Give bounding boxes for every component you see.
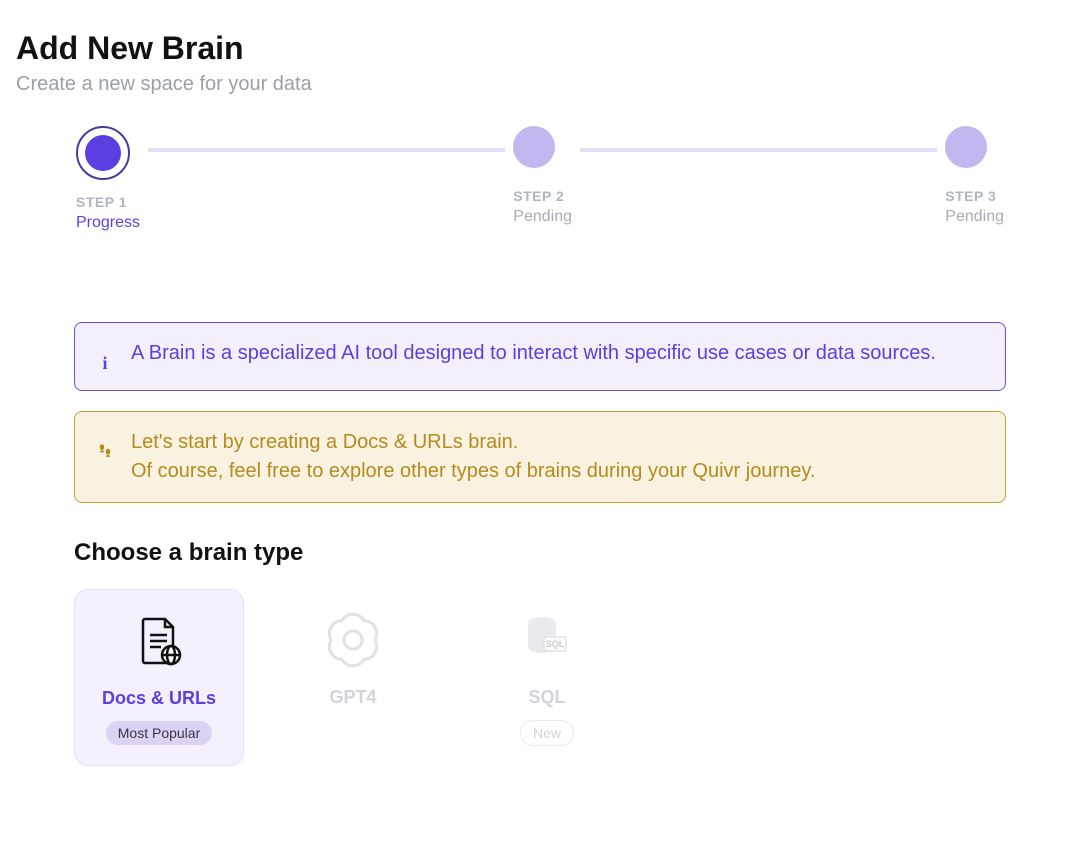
step-circle-pending xyxy=(945,126,987,168)
brain-type-sql[interactable]: SQL SQL New xyxy=(462,589,632,766)
step-3-label: STEP 3 xyxy=(945,188,996,204)
database-sql-icon: SQL xyxy=(516,609,578,671)
stepper: STEP 1 Progress STEP 2 Pending STEP 3 Pe… xyxy=(76,126,1004,232)
step-2: STEP 2 Pending xyxy=(513,126,572,226)
tip-callout: Let's start by creating a Docs & URLs br… xyxy=(74,411,1006,503)
openai-icon xyxy=(322,609,384,671)
page-subtitle: Create a new space for your data xyxy=(16,73,1064,96)
step-line xyxy=(148,148,505,152)
step-1-label: STEP 1 xyxy=(76,194,127,210)
step-2-status: Pending xyxy=(513,208,572,226)
step-1-status: Progress xyxy=(76,214,140,232)
svg-text:SQL: SQL xyxy=(546,639,565,649)
brain-type-gpt4[interactable]: GPT4 xyxy=(268,589,438,766)
step-line xyxy=(580,148,937,152)
choose-brain-type-title: Choose a brain type xyxy=(74,539,1064,567)
step-circle-active xyxy=(76,126,130,180)
step-1: STEP 1 Progress xyxy=(76,126,140,232)
card-label: SQL xyxy=(528,687,565,708)
step-3-status: Pending xyxy=(945,208,1004,226)
brain-type-docs-urls[interactable]: Docs & URLs Most Popular xyxy=(74,589,244,766)
document-globe-icon xyxy=(131,610,187,672)
brain-type-cards: Docs & URLs Most Popular GPT4 SQL SQL Ne… xyxy=(74,589,1064,766)
new-badge: New xyxy=(520,720,574,746)
card-label: GPT4 xyxy=(329,687,376,708)
info-text: A Brain is a specialized AI tool designe… xyxy=(131,339,936,368)
step-3: STEP 3 Pending xyxy=(945,126,1004,226)
most-popular-badge: Most Popular xyxy=(106,721,212,745)
info-icon: i xyxy=(95,353,115,374)
tip-text: Let's start by creating a Docs & URLs br… xyxy=(131,428,815,486)
page-title: Add New Brain xyxy=(16,30,1064,67)
step-2-label: STEP 2 xyxy=(513,188,564,204)
card-label: Docs & URLs xyxy=(102,688,216,709)
footsteps-icon xyxy=(95,442,115,460)
step-circle-pending xyxy=(513,126,555,168)
info-callout: i A Brain is a specialized AI tool desig… xyxy=(74,322,1006,391)
